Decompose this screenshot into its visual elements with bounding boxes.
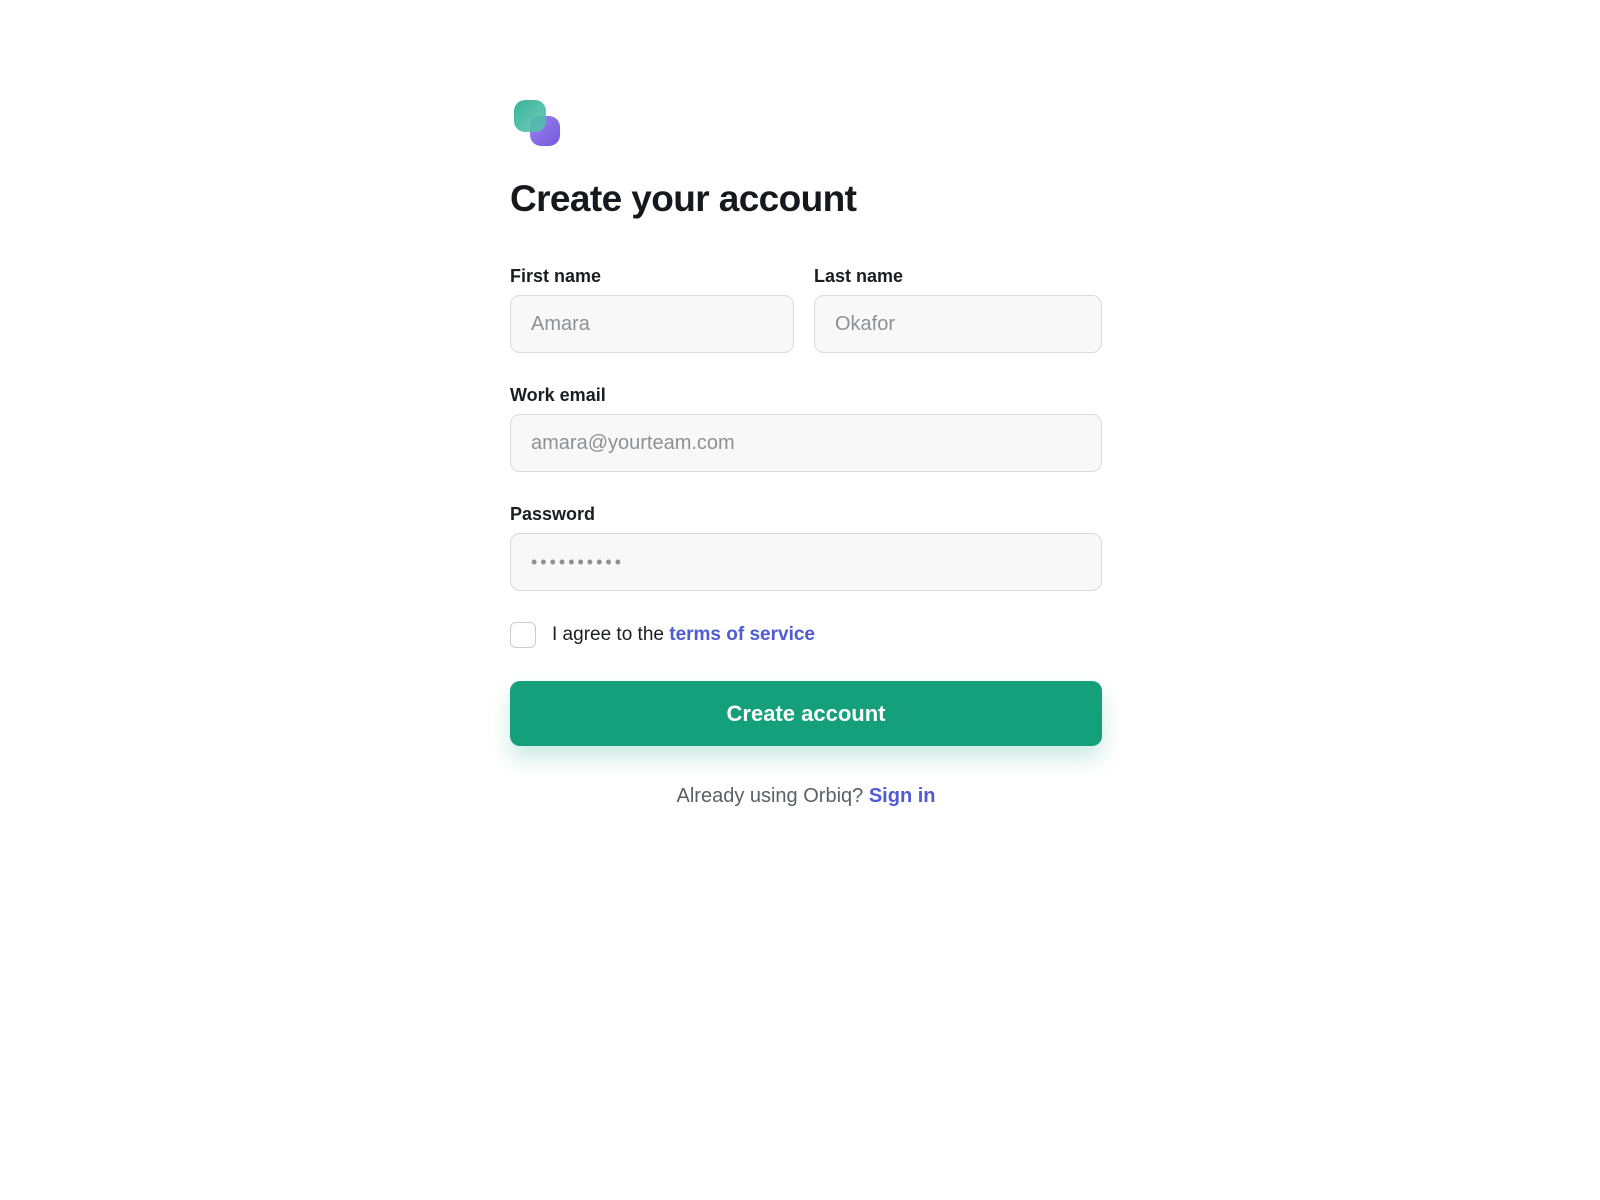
last-name-input[interactable] [814,295,1102,353]
password-label: Password [510,504,596,524]
terms-of-service-link[interactable]: terms of service [669,624,815,645]
first-name-label: First name [510,266,602,286]
password-input[interactable] [510,533,1102,591]
sign-in-link[interactable]: Sign in [869,785,936,807]
last-name-label: Last name [814,266,904,286]
page-title: Create your account [510,178,857,219]
orbiq-logo-icon [514,100,562,148]
sign-in-prompt: Already using Orbiq? Sign in [510,785,1102,808]
create-account-button[interactable]: Create account [510,681,1102,746]
sign-in-prompt-text: Already using Orbiq? [676,785,869,807]
terms-prefix: I agree to the [552,624,670,645]
work-email-label: Work email [510,385,606,405]
work-email-input[interactable] [510,414,1102,472]
terms-checkbox[interactable] [510,622,536,648]
terms-agreement-text: I agree to the terms of service [552,624,815,646]
first-name-input[interactable] [510,295,794,353]
